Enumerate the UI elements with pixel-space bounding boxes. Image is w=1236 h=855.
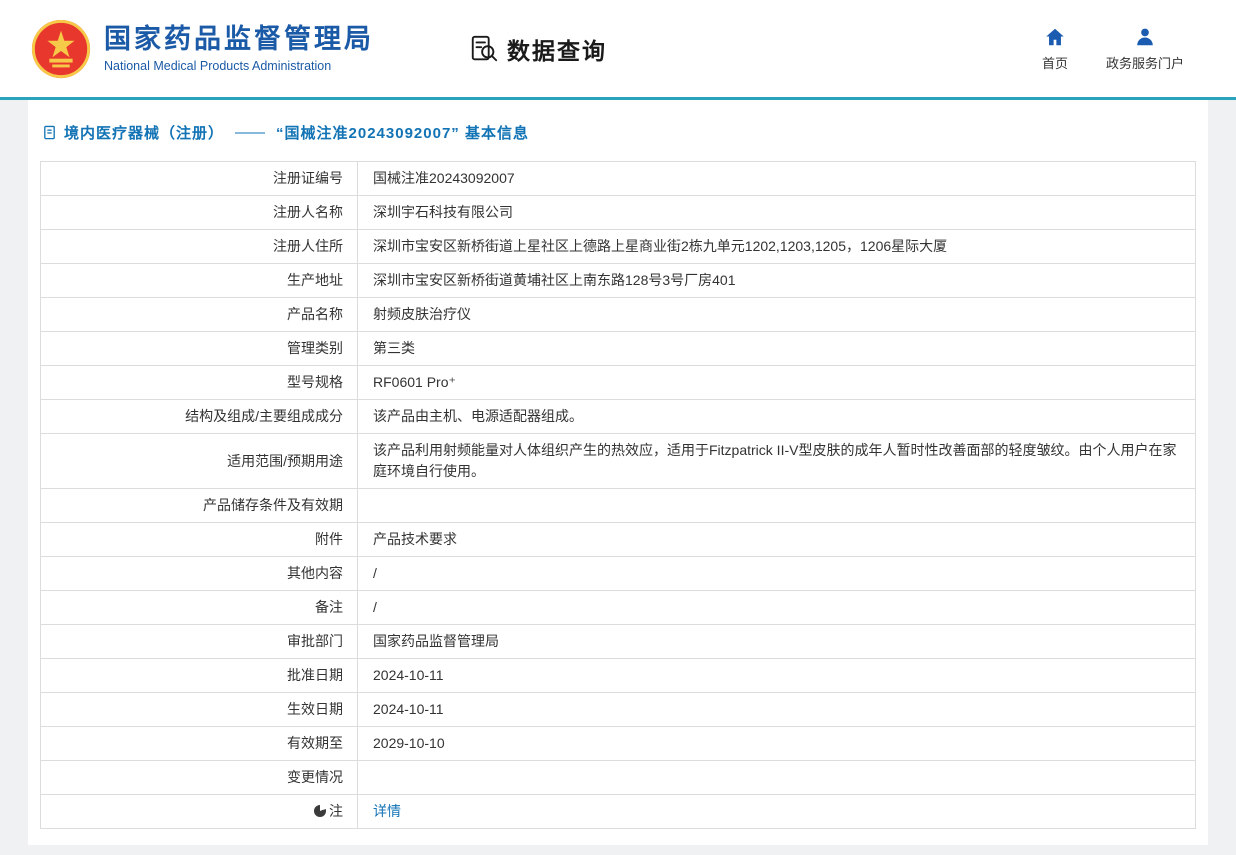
site-header: 国家药品监督管理局 National Medical Products Admi… [0,0,1236,97]
row-label: 生产地址 [40,263,358,298]
table-row: 管理类别 第三类 [40,331,1196,366]
logo-group: 国家药品监督管理局 National Medical Products Admi… [30,18,374,80]
org-name-en: National Medical Products Administration [104,58,332,73]
org-name-cn: 国家药品监督管理局 [104,24,374,55]
table-row: 产品储存条件及有效期 [40,488,1196,523]
table-row: 注册人住所 深圳市宝安区新桥街道上星社区上德路上星商业街2栋九单元1202,12… [40,229,1196,264]
table-row: 结构及组成/主要组成成分 该产品由主机、电源适配器组成。 [40,399,1196,434]
table-row: 注 详情 [40,794,1196,829]
row-value: 深圳市宝安区新桥街道黄埔社区上南东路128号3号厂房401 [357,263,1196,298]
row-label: 批准日期 [40,658,358,693]
breadcrumb-separator: —— [235,124,266,141]
row-value: RF0601 Pro⁺ [357,365,1196,400]
row-label: 注册人名称 [40,195,358,230]
table-row: 批准日期 2024-10-11 [40,658,1196,693]
table-row: 变更情况 [40,760,1196,795]
row-label: 其他内容 [40,556,358,591]
table-row: 生产地址 深圳市宝安区新桥街道黄埔社区上南东路128号3号厂房401 [40,263,1196,298]
table-row: 有效期至 2029-10-10 [40,726,1196,761]
row-label: 型号规格 [40,365,358,400]
row-label: 附件 [40,522,358,557]
table-row: 产品名称 射频皮肤治疗仪 [40,297,1196,332]
row-label: 注册人住所 [40,229,358,264]
row-value: 第三类 [357,331,1196,366]
row-value: 国械注准20243092007 [357,161,1196,196]
row-value: 2024-10-11 [357,692,1196,727]
page: 国家药品监督管理局 National Medical Products Admi… [0,0,1236,845]
row-value: / [357,590,1196,625]
row-value: 该产品利用射频能量对人体组织产生的热效应，适用于Fitzpatrick II-V… [357,433,1196,489]
row-value: / [357,556,1196,591]
row-label: 变更情况 [40,760,358,795]
main: 境内医疗器械（注册） —— “国械注准20243092007” 基本信息 注册证… [0,100,1236,845]
row-value: 深圳市宝安区新桥街道上星社区上德路上星商业街2栋九单元1202,1203,120… [357,229,1196,264]
table-row: 注册证编号 国械注准20243092007 [40,161,1196,196]
nav-home[interactable]: 首页 [1042,26,1068,72]
row-label: 审批部门 [40,624,358,659]
row-value: 深圳宇石科技有限公司 [357,195,1196,230]
content-panel: 境内医疗器械（注册） —— “国械注准20243092007” 基本信息 注册证… [28,100,1208,845]
row-value [357,760,1196,795]
row-value: 详情 [357,794,1196,829]
row-label-text: 注 [329,803,343,819]
row-label: 备注 [40,590,358,625]
row-label: 产品储存条件及有效期 [40,488,358,523]
table-row: 型号规格 RF0601 Pro⁺ [40,365,1196,400]
row-label: 结构及组成/主要组成成分 [40,399,358,434]
row-value: 产品技术要求 [357,522,1196,557]
row-value [357,488,1196,523]
app-title-text: 数据查询 [507,37,607,64]
nav-home-label: 首页 [1041,55,1068,71]
row-label: 有效期至 [40,726,358,761]
header-nav: 首页 政务服务门户 [1042,26,1184,72]
row-label: 注 [40,794,358,829]
info-table: 注册证编号 国械注准20243092007 注册人名称 深圳宇石科技有限公司 注… [40,161,1196,829]
row-value: 射频皮肤治疗仪 [357,297,1196,332]
document-icon [42,125,57,140]
nav-gov-portal[interactable]: 政务服务门户 [1106,26,1184,72]
home-icon [1044,26,1066,48]
table-row: 生效日期 2024-10-11 [40,692,1196,727]
table-row: 注册人名称 深圳宇石科技有限公司 [40,195,1196,230]
details-link[interactable]: 详情 [373,803,401,819]
row-label: 适用范围/预期用途 [40,433,358,489]
row-label: 管理类别 [40,331,358,366]
org-names: 国家药品监督管理局 National Medical Products Admi… [104,24,374,72]
page-title: “国械注准20243092007” 基本信息 [276,125,529,142]
nav-gov-portal-label: 政务服务门户 [1105,55,1184,71]
national-emblem-logo [30,18,92,80]
table-row: 审批部门 国家药品监督管理局 [40,624,1196,659]
table-row: 备注 / [40,590,1196,625]
table-row: 附件 产品技术要求 [40,522,1196,557]
row-value: 2029-10-10 [357,726,1196,761]
row-label: 生效日期 [40,692,358,727]
data-query-icon [469,34,499,64]
table-row: 适用范围/预期用途 该产品利用射频能量对人体组织产生的热效应，适用于Fitzpa… [40,433,1196,489]
app-title: 数据查询 [469,32,607,66]
row-label: 产品名称 [40,297,358,332]
row-value: 2024-10-11 [357,658,1196,693]
user-icon [1134,26,1156,48]
row-value: 国家药品监督管理局 [357,624,1196,659]
row-label: 注册证编号 [40,161,358,196]
table-row: 其他内容 / [40,556,1196,591]
note-circle-icon [314,805,326,817]
breadcrumb: 境内医疗器械（注册） —— “国械注准20243092007” 基本信息 [42,122,1196,143]
breadcrumb-category: 境内医疗器械（注册） [64,125,225,142]
row-value: 该产品由主机、电源适配器组成。 [357,399,1196,434]
